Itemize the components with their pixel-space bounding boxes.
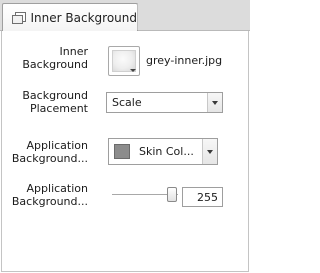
properties-panel: Inner Background grey-inner.jpg Backgrou… <box>1 31 249 272</box>
tab-label: Inner Background <box>30 10 137 25</box>
chevron-down-icon[interactable] <box>202 139 217 164</box>
dropdown-caret-icon <box>130 69 136 72</box>
inner-background-picker[interactable] <box>108 46 140 76</box>
application-background-color-label: Application Background... <box>11 139 88 165</box>
tab-divider <box>137 3 138 30</box>
inner-background-file-name: grey-inner.jpg <box>146 54 223 67</box>
opacity-slider-thumb[interactable] <box>167 187 177 202</box>
inner-background-label: Inner Background <box>22 45 88 71</box>
panel-icon <box>12 12 26 24</box>
properties-window: Inner Background Inner Background grey-i… <box>0 0 250 273</box>
tab-strip: Inner Background <box>0 0 250 31</box>
application-background-opacity-label: Application Background... <box>11 182 88 208</box>
background-placement-label: Background Placement <box>22 89 88 115</box>
opacity-value-input[interactable] <box>182 187 223 207</box>
application-background-color-select[interactable]: Skin Col... <box>108 138 218 165</box>
tab-inner-background[interactable]: Inner Background <box>2 3 138 31</box>
background-placement-select[interactable]: Scale <box>106 92 223 113</box>
background-placement-value: Scale <box>112 96 142 109</box>
color-swatch <box>114 144 130 159</box>
application-background-color-value: Skin Col... <box>139 145 194 158</box>
chevron-down-icon[interactable] <box>207 93 222 112</box>
